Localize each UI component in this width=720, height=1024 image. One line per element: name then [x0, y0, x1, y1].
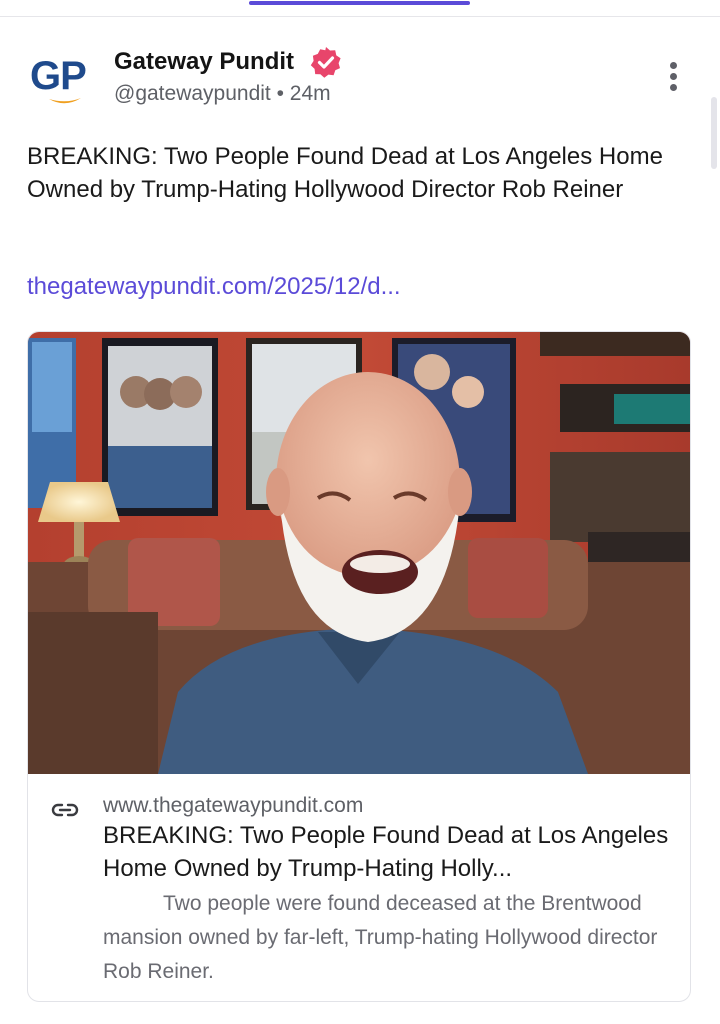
link-preview-card[interactable]: www.thegatewaypundit.com BREAKING: Two P… — [27, 331, 691, 1002]
card-description: Two people were found deceased at the Br… — [103, 892, 658, 983]
card-title[interactable]: BREAKING: Two People Found Dead at Los A… — [103, 819, 673, 885]
link-preview-image — [28, 332, 690, 774]
author-name[interactable]: Gateway Pundit — [114, 48, 294, 76]
link-icon — [51, 803, 79, 817]
author-meta: @gatewaypundit • 24m — [114, 82, 331, 106]
post-text: BREAKING: Two People Found Dead at Los A… — [27, 143, 663, 203]
top-divider — [0, 16, 720, 17]
scrollbar-thumb[interactable] — [711, 97, 717, 169]
verified-badge-icon — [310, 47, 341, 78]
meta-separator: • — [276, 82, 290, 105]
avatar[interactable]: GP — [26, 52, 94, 116]
avatar-logo-swoosh — [49, 98, 81, 104]
more-vertical-icon[interactable] — [663, 62, 683, 96]
active-tab-indicator — [249, 1, 470, 5]
post-link[interactable]: thegatewaypundit.com/2025/12/d... — [27, 273, 401, 301]
card-domain: www.thegatewaypundit.com — [103, 794, 364, 817]
author-handle[interactable]: @gatewaypundit — [114, 82, 271, 105]
post-time[interactable]: 24m — [290, 82, 331, 105]
avatar-logo-text: GP — [30, 54, 87, 98]
